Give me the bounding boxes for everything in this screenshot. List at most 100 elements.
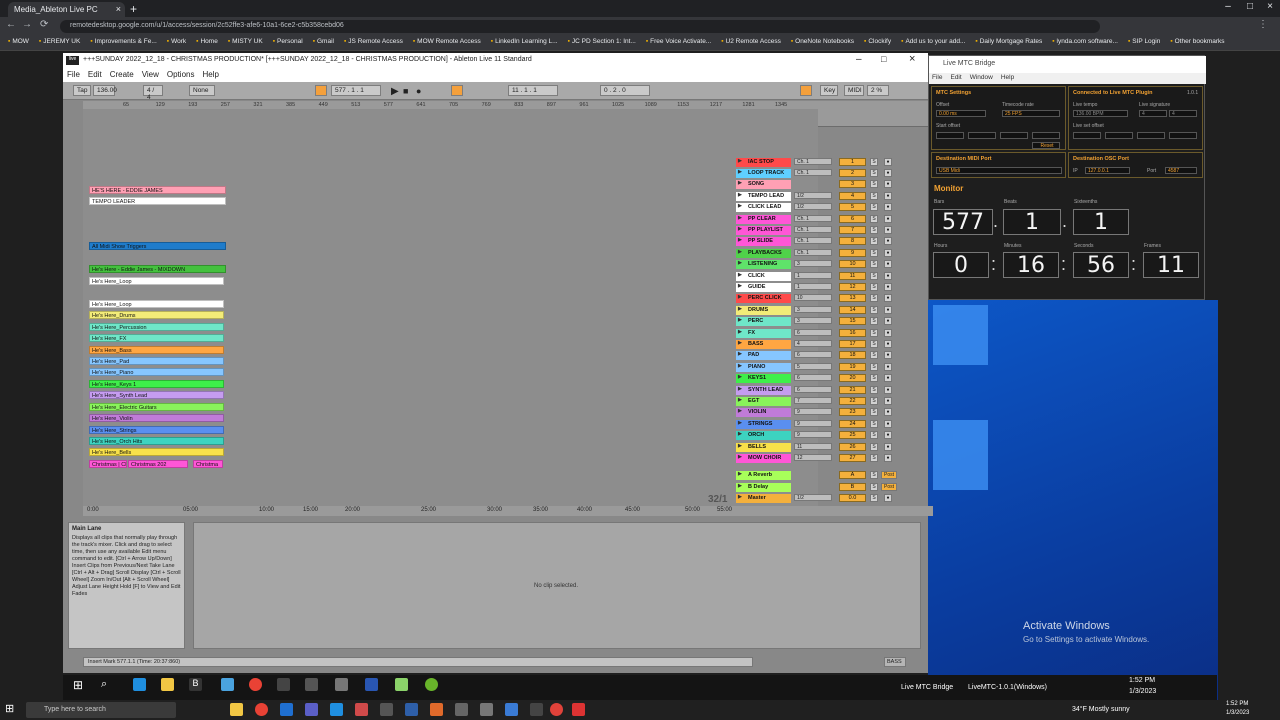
reset-button[interactable]: Reset (1032, 142, 1060, 149)
solo-button[interactable]: S (870, 420, 878, 428)
draw-mode-icon[interactable] (800, 85, 812, 96)
track-name[interactable]: DRUMS (736, 306, 791, 315)
track-input-channel[interactable]: 4 (794, 340, 832, 347)
arm-button[interactable]: ● (884, 386, 892, 394)
bookmark-item[interactable]: U2 Remote Access (721, 38, 781, 47)
clip[interactable]: TEMPO LEADER (89, 197, 226, 205)
clip[interactable]: Christmas | Chris (89, 460, 127, 468)
arm-button[interactable]: ● (884, 260, 892, 268)
automation-arm-icon[interactable] (451, 85, 463, 96)
solo-button[interactable]: S (870, 169, 878, 177)
track-number[interactable]: 1 (839, 158, 866, 166)
mtc-menu-item[interactable]: Edit (950, 74, 961, 83)
clip[interactable]: He's Here_Electric Guitars (89, 403, 224, 411)
solo-button[interactable]: S (870, 226, 878, 234)
record-icon[interactable]: ● (416, 86, 421, 96)
app-icon[interactable] (365, 678, 378, 691)
bookmark-item[interactable]: MOW Remote Access (413, 38, 481, 47)
track-number[interactable]: 5 (839, 203, 866, 211)
solo-button[interactable]: S (870, 329, 878, 337)
track-number[interactable]: 12 (839, 283, 866, 291)
track-number[interactable]: 10 (839, 260, 866, 268)
track-input-channel[interactable]: 1/2 (794, 203, 832, 210)
follow-icon[interactable] (315, 85, 327, 96)
loop-start-field[interactable]: 11 . 1 . 1 (508, 85, 558, 96)
track-number[interactable]: 18 (839, 351, 866, 359)
track-name[interactable]: MOW CHOIR (736, 454, 791, 463)
new-tab-icon[interactable]: + (130, 2, 137, 16)
folder-icon[interactable] (161, 678, 174, 691)
bookmark-item[interactable]: Work (167, 38, 186, 47)
bookmark-item[interactable]: lynda.com software... (1052, 38, 1118, 47)
track-name[interactable]: VIOLIN (736, 408, 791, 417)
track-input-channel[interactable]: 5 (794, 363, 832, 370)
bookmark-item[interactable]: JEREMY UK (39, 38, 80, 47)
solo-button[interactable]: S (870, 317, 878, 325)
solo-button[interactable]: S (870, 306, 878, 314)
arm-button[interactable]: ● (884, 340, 892, 348)
track-number[interactable]: 0.0 (839, 494, 866, 502)
solo-button[interactable]: S (870, 431, 878, 439)
ableton-maximize-icon[interactable]: □ (881, 54, 886, 64)
app-icon[interactable] (221, 678, 234, 691)
track-name[interactable]: LOOP TRACK (736, 169, 791, 178)
track-input-channel[interactable]: Ch. 1 (794, 237, 832, 244)
track-number[interactable]: 4 (839, 192, 866, 200)
app-icon[interactable] (277, 678, 290, 691)
track-name[interactable]: LISTENING (736, 260, 791, 269)
bookmark-item[interactable]: Home (196, 38, 217, 47)
solo-button[interactable]: S (870, 483, 878, 491)
ip-field[interactable]: 127.0.0.1 (1085, 167, 1130, 174)
bookmark-item[interactable]: MOW (8, 38, 29, 47)
key-map-button[interactable]: Key (820, 85, 838, 96)
solo-button[interactable]: S (870, 237, 878, 245)
track-name[interactable]: B Delay (736, 483, 791, 492)
close-window-icon[interactable]: × (1260, 1, 1280, 12)
track-name[interactable]: EGT (736, 397, 791, 406)
track-input-channel[interactable]: 6 (794, 386, 832, 393)
track-input-channel[interactable]: 9 (794, 408, 832, 415)
solo-button[interactable]: S (870, 294, 878, 302)
arm-button[interactable]: ● (884, 351, 892, 359)
track-name[interactable]: Master (736, 494, 791, 503)
solo-button[interactable]: S (870, 340, 878, 348)
arm-button[interactable]: ● (884, 329, 892, 337)
track-name[interactable]: PERC (736, 317, 791, 326)
solo-button[interactable]: S (870, 397, 878, 405)
clip[interactable]: He's Here_Piano (89, 368, 224, 376)
midi-map-button[interactable]: MIDI (844, 85, 864, 96)
track-input-channel[interactable]: 3 (794, 317, 832, 324)
arm-button[interactable]: ● (884, 306, 892, 314)
solo-button[interactable]: S (870, 192, 878, 200)
app-icon[interactable] (530, 703, 543, 716)
track-number[interactable]: B (839, 483, 866, 491)
bookmark-item[interactable]: Gmail (313, 38, 334, 47)
clip[interactable]: He's Here_Synth Lead (89, 391, 224, 399)
app-icon[interactable] (305, 678, 318, 691)
taskbar-app-livemtc[interactable]: LiveMTC-1.0.1(Windows) (968, 684, 1047, 691)
midi-port-select[interactable]: USB Midi (936, 167, 1062, 174)
arm-button[interactable]: ● (884, 158, 892, 166)
clip[interactable]: All Midi Show Triggers (89, 242, 226, 250)
clip[interactable]: He's Here_Bass (89, 346, 224, 354)
app-b-icon[interactable]: B (189, 678, 202, 691)
start-offset-f[interactable] (1032, 132, 1060, 139)
track-name[interactable]: IAC STOP (736, 158, 791, 167)
tap-button[interactable]: Tap (73, 85, 91, 96)
solo-button[interactable]: S (870, 203, 878, 211)
solo-button[interactable]: S (870, 471, 878, 479)
solo-button[interactable]: S (870, 363, 878, 371)
bookmark-item[interactable]: Improvements & Fe... (90, 38, 157, 47)
clip[interactable]: HE'S HERE - EDDIE JAMES (89, 186, 226, 194)
arm-button[interactable]: ● (884, 420, 892, 428)
menu-item[interactable]: Create (110, 70, 134, 81)
menu-item[interactable]: View (142, 70, 159, 81)
track-input-channel[interactable]: 6 (794, 329, 832, 336)
clip[interactable]: He's Here_Bells (89, 448, 224, 456)
url-input[interactable]: remotedesktop.google.com/u/1/access/sess… (60, 20, 1100, 33)
time-ruler[interactable]: 0:00 05:00 10:00 15:00 20:00 25:00 30:00 35:00 4… (83, 506, 933, 516)
track-input-channel[interactable]: 3 (794, 306, 832, 313)
arm-button[interactable]: ● (884, 408, 892, 416)
maximize-icon[interactable]: □ (1240, 1, 1260, 12)
clip[interactable]: He's Here_Strings (89, 426, 224, 434)
